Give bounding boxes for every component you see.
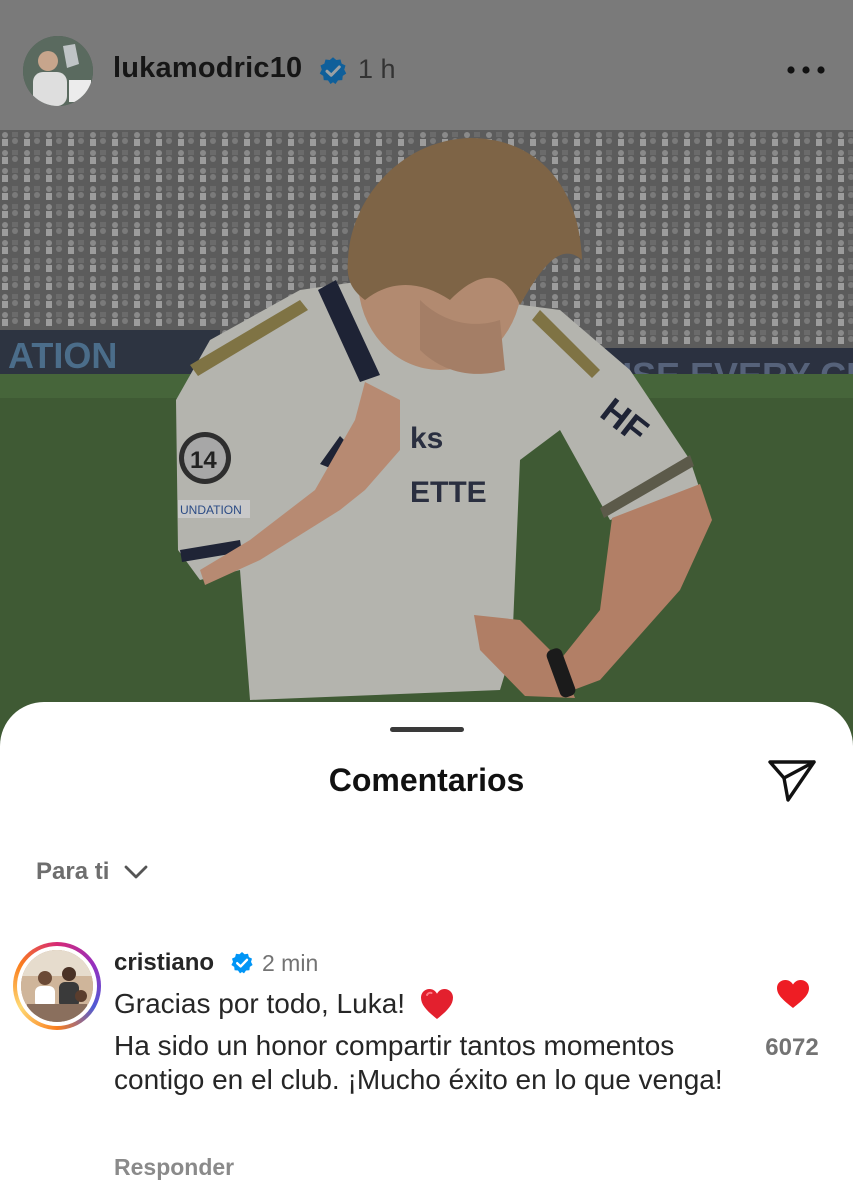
svg-text:ETTE: ETTE: [410, 476, 487, 509]
chevron-down-icon: [124, 865, 148, 879]
filter-label: Para ti: [36, 858, 110, 885]
story-ring[interactable]: [13, 942, 101, 1030]
commenter-avatar[interactable]: [21, 950, 93, 1022]
comment-text: Gracias por todo, Luka! Ha sido un honor…: [114, 986, 744, 1097]
send-icon[interactable]: [766, 756, 818, 804]
post-author-avatar[interactable]: [23, 36, 93, 106]
commenter-username[interactable]: cristiano: [114, 949, 214, 977]
post-time: 1 h: [358, 54, 396, 84]
post-author-username[interactable]: lukamodric10: [113, 52, 302, 85]
sleeve-badge-text: 14: [190, 447, 217, 474]
heart-filled-icon[interactable]: [775, 978, 811, 1010]
sheet-title: Comentarios: [328, 762, 525, 798]
sleeve-foundation-text: UNDATION: [180, 503, 242, 517]
more-options-icon[interactable]: [784, 60, 828, 80]
sheet-grabber[interactable]: [390, 727, 464, 732]
post-header: lukamodric10 1 h: [0, 0, 853, 130]
comments-sheet: Comentarios Para ti cristiano 2 min Grac…: [0, 702, 853, 1200]
comment-sort-filter[interactable]: Para ti: [36, 856, 149, 888]
post-photo[interactable]: ATION USE EVERY CH 14 UNDATION ks ETTE H…: [0, 130, 853, 750]
comment-line-1: Gracias por todo, Luka!: [114, 988, 406, 1019]
ad-board-left-text: ATION: [8, 335, 117, 376]
like-count: 6072: [765, 1034, 819, 1061]
verified-badge-icon: [231, 952, 253, 974]
verified-badge-icon: [319, 57, 347, 84]
comment-item: cristiano 2 min Gracias por todo, Luka! …: [0, 942, 853, 1192]
red-heart-emoji: [421, 989, 454, 1019]
reply-button[interactable]: Responder: [114, 1154, 234, 1181]
comment-line-2: Ha sido un honor compartir tantos moment…: [114, 1030, 723, 1095]
comment-time: 2 min: [262, 950, 319, 976]
svg-text:ks: ks: [410, 422, 443, 455]
